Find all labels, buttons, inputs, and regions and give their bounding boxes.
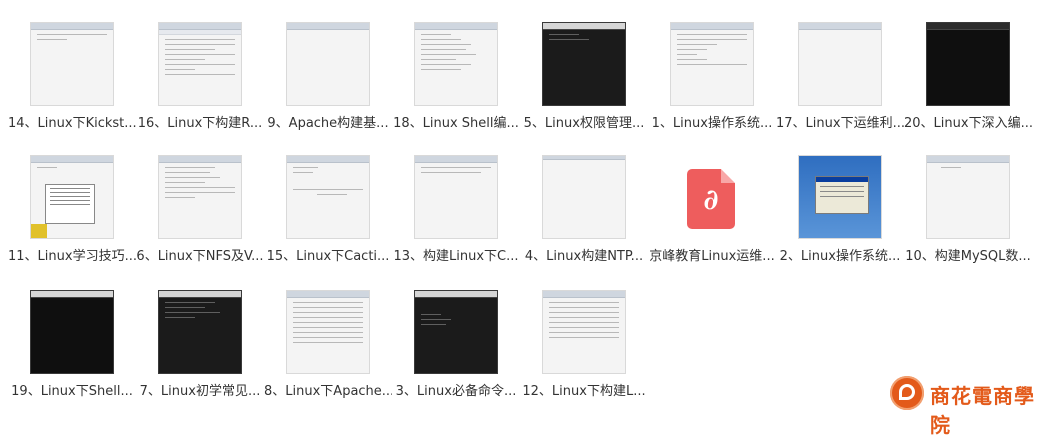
logo-icon [890,376,924,410]
file-label: 2、Linux操作系统... [779,249,901,264]
file-item[interactable]: 3、Linux必备命令... [392,290,520,420]
file-item[interactable]: 4、Linux构建NTP... [520,155,648,285]
file-label: 13、构建Linux下C... [393,249,519,264]
file-item[interactable]: 15、Linux下Cacti... [264,155,392,285]
file-label: 19、Linux下Shell... [11,384,133,399]
file-item[interactable]: 6、Linux下NFS及V... [136,155,264,285]
document-thumbnail [926,155,1010,239]
file-item[interactable]: 19、Linux下Shell... [8,290,136,420]
document-thumbnail [542,290,626,374]
file-label: 3、Linux必备命令... [395,384,517,399]
file-label: 18、Linux Shell编... [393,116,519,131]
terminal-thumbnail [414,290,498,374]
document-thumbnail [286,155,370,239]
file-item[interactable]: 7、Linux初学常见... [136,290,264,420]
file-item[interactable]: 9、Apache构建基... [264,22,392,152]
document-thumbnail [286,22,370,106]
file-item[interactable]: 17、Linux下运维利... [776,22,904,152]
file-item[interactable]: 1、Linux操作系统... [648,22,776,152]
file-label: 5、Linux权限管理... [523,116,645,131]
file-label: 6、Linux下NFS及V... [136,249,264,264]
terminal-thumbnail [158,290,242,374]
terminal-thumbnail [926,22,1010,106]
terminal-thumbnail [30,290,114,374]
file-label: 15、Linux下Cacti... [266,249,390,264]
document-thumbnail [30,22,114,106]
file-label: 4、Linux构建NTP... [524,249,644,264]
file-label: 20、Linux下深入编... [904,116,1032,131]
file-item[interactable]: 2、Linux操作系统... [776,155,904,285]
file-item[interactable]: 14、Linux下Kickst... [8,22,136,152]
brand-watermark: 商花電商學院 [890,374,1050,437]
file-label: 8、Linux下Apache... [264,384,392,399]
terminal-thumbnail [542,22,626,106]
file-item[interactable]: 20、Linux下深入编... [904,22,1032,152]
file-label: 9、Apache构建基... [267,116,389,131]
file-label: 7、Linux初学常见... [139,384,261,399]
watermark-text: 商花電商學院 [930,384,1035,437]
document-thumbnail [158,155,242,239]
file-item[interactable]: 11、Linux学习技巧... [8,155,136,285]
document-thumbnail [670,22,754,106]
pdf-icon: ∂ [662,155,746,239]
file-item[interactable]: 8、Linux下Apache... [264,290,392,420]
file-label: 京峰教育Linux运维... [649,249,775,264]
file-item[interactable]: 12、Linux下构建L... [520,290,648,420]
document-thumbnail [414,155,498,239]
document-thumbnail [414,22,498,106]
file-item[interactable]: 16、Linux下构建R... [136,22,264,152]
file-label: 14、Linux下Kickst... [8,116,136,131]
file-item[interactable]: 5、Linux权限管理... [520,22,648,152]
file-item[interactable]: ∂ 京峰教育Linux运维... [648,155,776,285]
screenshot-thumbnail [798,155,882,239]
file-item[interactable]: 18、Linux Shell编... [392,22,520,152]
file-label: 12、Linux下构建L... [522,384,646,399]
document-thumbnail [286,290,370,374]
document-thumbnail [542,155,626,239]
file-grid: 14、Linux下Kickst... 16、Linux下构建R... 9、Apa… [0,0,1056,418]
file-label: 16、Linux下构建R... [137,116,263,131]
file-label: 10、构建MySQL数... [905,249,1031,264]
file-item[interactable]: 13、构建Linux下C... [392,155,520,285]
file-label: 17、Linux下运维利... [776,116,904,131]
screenshot-thumbnail [30,155,114,239]
document-thumbnail [798,22,882,106]
document-thumbnail [158,22,242,106]
file-label: 11、Linux学习技巧... [8,249,136,264]
file-label: 1、Linux操作系统... [651,116,773,131]
file-item[interactable]: 10、构建MySQL数... [904,155,1032,285]
